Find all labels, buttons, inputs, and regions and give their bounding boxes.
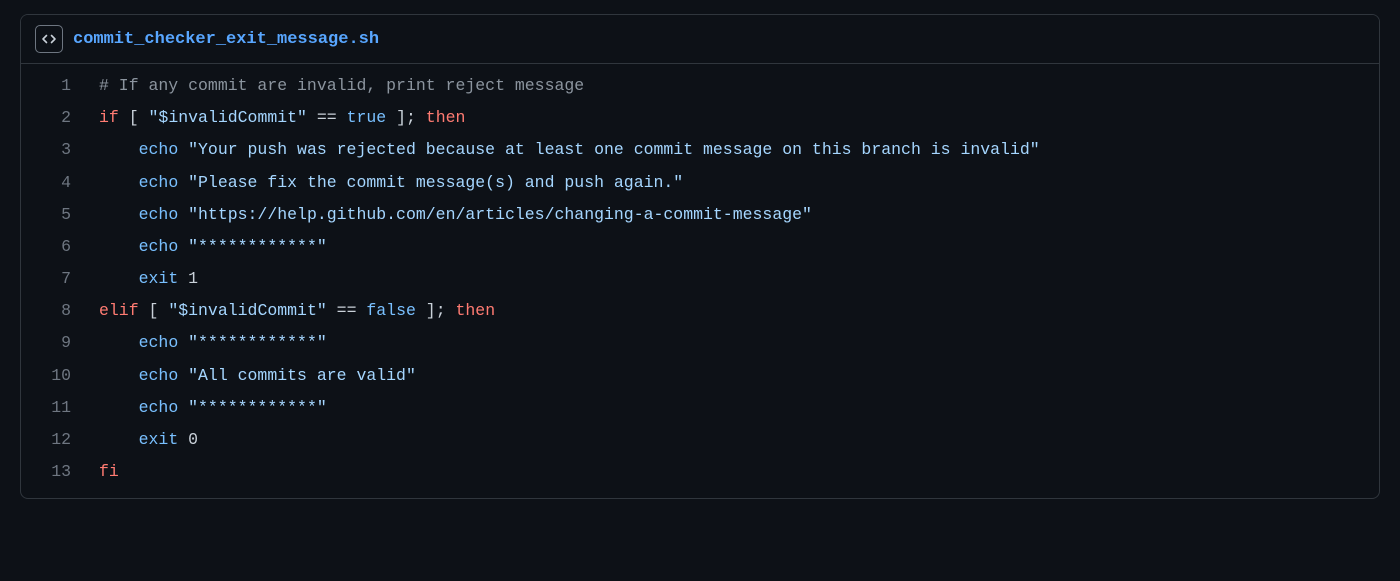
code-content[interactable]: echo "https://help.github.com/en/article… xyxy=(99,199,1379,231)
code-token xyxy=(99,398,139,417)
code-line[interactable]: 13fi xyxy=(21,456,1379,488)
line-number: 4 xyxy=(21,167,99,199)
code-content[interactable]: echo "Your push was rejected because at … xyxy=(99,134,1379,166)
code-body[interactable]: 1# If any commit are invalid, print reje… xyxy=(21,64,1379,498)
code-token xyxy=(178,366,188,385)
code-content[interactable]: echo "Please fix the commit message(s) a… xyxy=(99,167,1379,199)
code-token: echo xyxy=(139,173,179,192)
code-token: "$invalidCommit" xyxy=(168,301,326,320)
line-number: 8 xyxy=(21,295,99,327)
code-token xyxy=(99,269,139,288)
code-line[interactable]: 12 exit 0 xyxy=(21,424,1379,456)
line-number: 2 xyxy=(21,102,99,134)
code-token xyxy=(99,430,139,449)
code-token: 0 xyxy=(178,430,198,449)
code-token: 1 xyxy=(178,269,198,288)
code-line[interactable]: 11 echo "************" xyxy=(21,392,1379,424)
code-token xyxy=(178,398,188,417)
code-token: "All commits are valid" xyxy=(188,366,416,385)
line-number: 1 xyxy=(21,70,99,102)
line-number: 11 xyxy=(21,392,99,424)
line-number: 13 xyxy=(21,456,99,488)
line-number: 10 xyxy=(21,360,99,392)
code-token: echo xyxy=(139,398,179,417)
code-content[interactable]: # If any commit are invalid, print rejec… xyxy=(99,70,1379,102)
code-token xyxy=(178,333,188,352)
code-token: elif xyxy=(99,301,139,320)
code-token: echo xyxy=(139,366,179,385)
code-token: "Please fix the commit message(s) and pu… xyxy=(188,173,683,192)
code-token xyxy=(178,173,188,192)
filename-link[interactable]: commit_checker_exit_message.sh xyxy=(73,30,379,49)
code-token: [ xyxy=(139,301,169,320)
code-file-panel: commit_checker_exit_message.sh 1# If any… xyxy=(20,14,1380,499)
code-token xyxy=(178,140,188,159)
code-token xyxy=(99,333,139,352)
code-content[interactable]: exit 1 xyxy=(99,263,1379,295)
code-token: == xyxy=(307,108,347,127)
code-line[interactable]: 6 echo "************" xyxy=(21,231,1379,263)
code-token: then xyxy=(426,108,466,127)
code-token: "$invalidCommit" xyxy=(149,108,307,127)
code-content[interactable]: if [ "$invalidCommit" == true ]; then xyxy=(99,102,1379,134)
code-token: "************" xyxy=(188,237,327,256)
code-token: [ xyxy=(119,108,149,127)
code-line[interactable]: 10 echo "All commits are valid" xyxy=(21,360,1379,392)
code-token: fi xyxy=(99,462,119,481)
code-token: false xyxy=(366,301,416,320)
file-header: commit_checker_exit_message.sh xyxy=(21,15,1379,64)
code-line[interactable]: 2if [ "$invalidCommit" == true ]; then xyxy=(21,102,1379,134)
code-line[interactable]: 3 echo "Your push was rejected because a… xyxy=(21,134,1379,166)
code-token xyxy=(99,205,139,224)
code-content[interactable]: elif [ "$invalidCommit" == false ]; then xyxy=(99,295,1379,327)
code-token xyxy=(99,173,139,192)
code-token: exit xyxy=(139,430,179,449)
code-token: echo xyxy=(139,140,179,159)
code-content[interactable]: echo "************" xyxy=(99,327,1379,359)
code-token: if xyxy=(99,108,119,127)
code-token xyxy=(178,237,188,256)
code-token: echo xyxy=(139,205,179,224)
code-token: then xyxy=(456,301,496,320)
code-token: ]; xyxy=(416,301,456,320)
code-line[interactable]: 5 echo "https://help.github.com/en/artic… xyxy=(21,199,1379,231)
code-content[interactable]: fi xyxy=(99,456,1379,488)
code-content[interactable]: echo "************" xyxy=(99,392,1379,424)
code-token xyxy=(99,140,139,159)
code-line[interactable]: 4 echo "Please fix the commit message(s)… xyxy=(21,167,1379,199)
line-number: 7 xyxy=(21,263,99,295)
code-line[interactable]: 8elif [ "$invalidCommit" == false ]; the… xyxy=(21,295,1379,327)
code-token: echo xyxy=(139,237,179,256)
code-file-icon xyxy=(35,25,63,53)
line-number: 12 xyxy=(21,424,99,456)
line-number: 6 xyxy=(21,231,99,263)
code-token xyxy=(99,237,139,256)
code-token: echo xyxy=(139,333,179,352)
line-number: 5 xyxy=(21,199,99,231)
code-token: "https://help.github.com/en/articles/cha… xyxy=(188,205,812,224)
code-token: "************" xyxy=(188,333,327,352)
code-line[interactable]: 7 exit 1 xyxy=(21,263,1379,295)
code-token: "************" xyxy=(188,398,327,417)
code-token xyxy=(178,205,188,224)
code-token: exit xyxy=(139,269,179,288)
code-token xyxy=(99,366,139,385)
code-line[interactable]: 9 echo "************" xyxy=(21,327,1379,359)
code-token: # If any commit are invalid, print rejec… xyxy=(99,76,584,95)
line-number: 9 xyxy=(21,327,99,359)
code-content[interactable]: echo "************" xyxy=(99,231,1379,263)
code-token: "Your push was rejected because at least… xyxy=(188,140,1040,159)
code-line[interactable]: 1# If any commit are invalid, print reje… xyxy=(21,70,1379,102)
line-number: 3 xyxy=(21,134,99,166)
code-token: true xyxy=(347,108,387,127)
code-token: ]; xyxy=(386,108,426,127)
code-content[interactable]: echo "All commits are valid" xyxy=(99,360,1379,392)
code-token: == xyxy=(327,301,367,320)
code-content[interactable]: exit 0 xyxy=(99,424,1379,456)
